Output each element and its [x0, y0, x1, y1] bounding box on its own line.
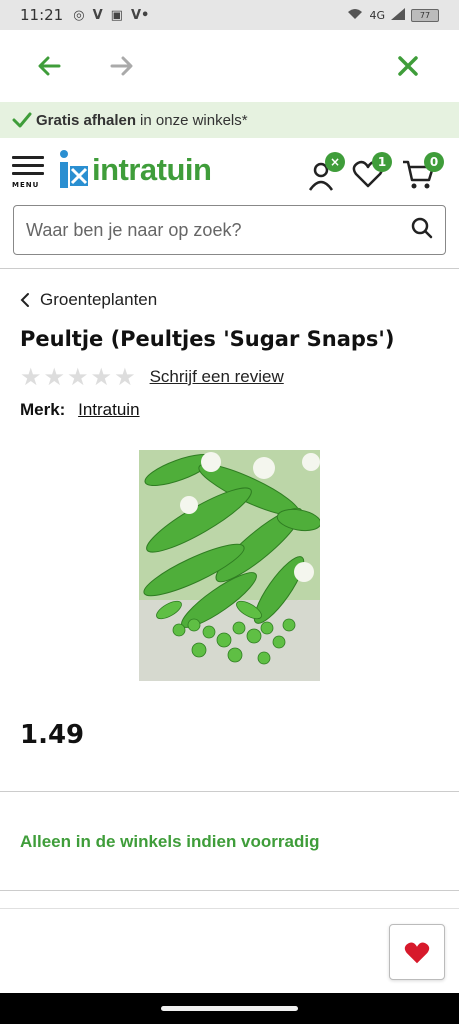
product-title: Peultje (Peultjes 'Sugar Snaps')	[20, 327, 395, 351]
forward-button[interactable]	[106, 50, 138, 82]
star-icon: ★	[20, 363, 42, 391]
site-logo[interactable]: intratuin	[58, 150, 212, 190]
account-badge: ×	[325, 152, 345, 172]
rating-stars: ★ ★ ★ ★ ★	[20, 363, 136, 391]
star-icon: ★	[114, 363, 136, 391]
notification-icon: ◎	[73, 7, 85, 23]
close-icon	[398, 56, 418, 76]
arrow-left-icon	[38, 56, 61, 76]
app-v-icon: V	[92, 7, 103, 23]
app-v-icon: V•	[130, 7, 150, 23]
account-button[interactable]: ×	[307, 152, 345, 196]
wishlist-badge: 1	[372, 152, 392, 172]
calendar-icon: ▣	[110, 7, 123, 23]
product-rating: ★ ★ ★ ★ ★ Schrijf een review	[20, 363, 284, 391]
star-icon: ★	[67, 363, 89, 391]
pea-pods-image	[139, 450, 320, 681]
heart-filled-icon	[404, 942, 430, 964]
status-bar: 11:21 ◎ V ▣ V• 4G 77	[0, 0, 459, 30]
logo-mark-icon	[58, 150, 90, 190]
price-divider	[0, 791, 459, 792]
search-button[interactable]	[411, 217, 433, 243]
product-brand: Merk: Intratuin	[20, 400, 140, 420]
site-header: MENU intratuin × 1 0	[0, 138, 459, 204]
search-box	[13, 205, 446, 255]
search-icon	[411, 217, 433, 239]
arrow-right-icon	[110, 56, 133, 76]
signal-icon	[391, 7, 405, 23]
checkmark-icon	[12, 112, 32, 128]
write-review-link[interactable]: Schrijf een review	[150, 367, 284, 387]
home-gesture-handle[interactable]	[161, 1006, 298, 1011]
back-button[interactable]	[33, 50, 65, 82]
promo-text: in onze winkels*	[140, 111, 248, 129]
hamburger-icon-bar	[12, 164, 44, 167]
stock-availability: Alleen in de winkels indien voorradig	[20, 832, 320, 851]
stock-divider	[0, 890, 459, 891]
wifi-icon	[347, 8, 363, 23]
brand-label: Merk:	[20, 400, 66, 419]
search-input[interactable]	[26, 219, 411, 241]
menu-button[interactable]: MENU	[12, 156, 44, 189]
header-divider	[0, 268, 459, 269]
star-icon: ★	[43, 363, 66, 391]
close-button[interactable]	[392, 50, 424, 82]
logo-text: intratuin	[92, 152, 212, 187]
product-image[interactable]	[139, 450, 320, 681]
promo-bold-text: Gratis afhalen	[36, 111, 137, 129]
menu-label: MENU	[12, 181, 40, 189]
cart-button[interactable]: 0	[402, 152, 444, 194]
battery-icon: 77	[411, 8, 439, 22]
network-type: 4G	[369, 8, 385, 22]
wishlist-button[interactable]: 1	[352, 152, 392, 194]
system-navigation-bar	[0, 993, 459, 1024]
star-icon: ★	[90, 363, 113, 391]
status-time: 11:21	[20, 6, 64, 24]
add-to-wishlist-button[interactable]	[389, 924, 445, 980]
bottom-bar-divider	[0, 908, 459, 909]
chevron-left-icon	[20, 293, 29, 307]
browser-nav-bar	[0, 30, 459, 102]
hamburger-icon	[12, 156, 44, 159]
breadcrumb[interactable]: Groenteplanten	[20, 290, 157, 310]
brand-link[interactable]: Intratuin	[78, 400, 139, 419]
product-price: 1.49	[20, 720, 85, 750]
breadcrumb-label: Groenteplanten	[40, 290, 158, 309]
promo-bar: Gratis afhalen in onze winkels*	[0, 102, 459, 138]
hamburger-icon-bar	[12, 172, 44, 175]
cart-badge: 0	[424, 152, 444, 172]
